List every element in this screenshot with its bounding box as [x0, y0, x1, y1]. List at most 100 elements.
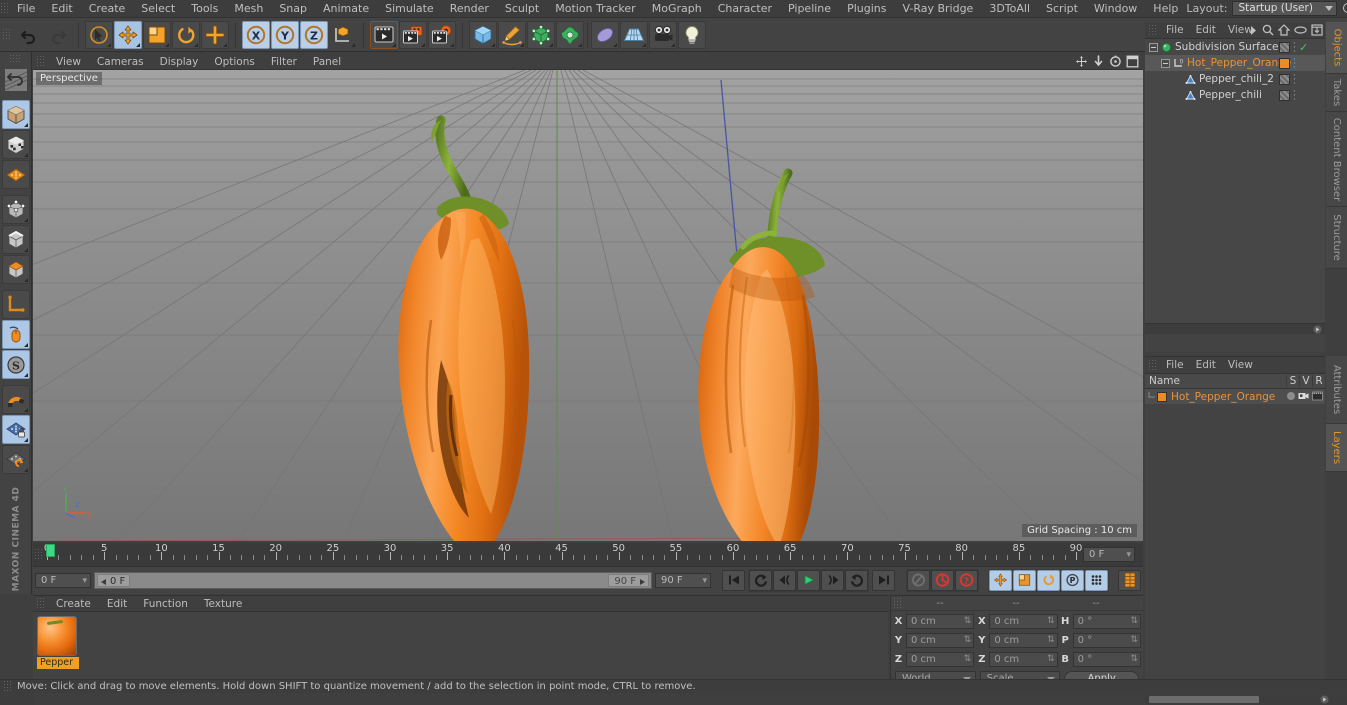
dolly-icon[interactable]: [1092, 55, 1105, 68]
orbit-icon[interactable]: [1109, 55, 1122, 68]
step-forward-button[interactable]: [821, 569, 844, 591]
menu-item-pipeline[interactable]: Pipeline: [780, 0, 839, 18]
viewport-menu-item-display[interactable]: Display: [152, 54, 207, 70]
camera-icon[interactable]: [1298, 391, 1309, 401]
pan-icon[interactable]: [1075, 55, 1088, 68]
add-cube-button[interactable]: [469, 20, 497, 49]
coordinates-gripper[interactable]: [893, 596, 902, 610]
viewport-gripper[interactable]: [36, 55, 45, 68]
timeline-range-slider[interactable]: 0 F 90 F: [94, 571, 652, 589]
object-dots-icon[interactable]: [1293, 89, 1296, 101]
material-menu-item-create[interactable]: Create: [48, 596, 99, 612]
timeline-gripper[interactable]: [34, 548, 43, 561]
tree-expander[interactable]: [1161, 58, 1170, 68]
pla-key-button[interactable]: P: [1061, 569, 1084, 591]
timeline-playhead[interactable]: [46, 544, 55, 557]
timeline-start-field[interactable]: 0 F ▾: [35, 572, 91, 588]
menu-item-snap[interactable]: Snap: [271, 0, 315, 18]
layer-menu-item-edit[interactable]: Edit: [1190, 357, 1222, 374]
workplane-mode-button[interactable]: [1, 160, 30, 189]
object-tree[interactable]: Subdivision Surface ✓ 0 Hot_Pepper_Orange Pe…: [1145, 39, 1346, 334]
spinner-icon[interactable]: ⇅: [964, 634, 972, 647]
dope-sheet-button[interactable]: [1118, 569, 1141, 591]
timeline-ruler[interactable]: 051015202530354045505560657075808590 0 F…: [33, 543, 1143, 567]
spinner-icon[interactable]: ⇅: [1047, 634, 1055, 647]
undo-button[interactable]: [15, 21, 43, 49]
pepper-object-2[interactable]: [633, 85, 933, 541]
object-row[interactable]: 0 Hot_Pepper_Orange: [1145, 55, 1325, 71]
menu-item-mesh[interactable]: Mesh: [226, 0, 271, 18]
object-dots-icon[interactable]: [1293, 57, 1296, 69]
live-selection-button[interactable]: [85, 20, 113, 49]
object-row[interactable]: Pepper_chili_2: [1145, 71, 1346, 87]
cursor-plus-button[interactable]: [201, 20, 229, 49]
move-tool-button[interactable]: [114, 20, 142, 49]
tab-objects[interactable]: Objects: [1326, 22, 1347, 74]
menu-item-animate[interactable]: Animate: [315, 0, 377, 18]
ellipse-icon[interactable]: [1294, 25, 1307, 35]
material-menu-item-function[interactable]: Function: [135, 596, 196, 612]
scrollbar-thumb[interactable]: [1149, 696, 1259, 703]
keyframe-selection-button[interactable]: ?: [955, 569, 978, 591]
viewport-menu-item-cameras[interactable]: Cameras: [89, 54, 152, 70]
viewport-menu-item-filter[interactable]: Filter: [263, 54, 305, 70]
material-list[interactable]: Pepper: [33, 612, 888, 673]
coord-size-field[interactable]: 0 cm ⇅: [989, 633, 1058, 648]
previous-key-button[interactable]: [749, 569, 772, 591]
render-picture-viewer-button[interactable]: [399, 20, 427, 49]
tree-expander[interactable]: [1149, 42, 1158, 52]
search-icon[interactable]: [1342, 2, 1347, 16]
material-preview-sphere[interactable]: [37, 616, 77, 656]
layer-menu-item-file[interactable]: File: [1160, 357, 1190, 374]
menu-item-motion-tracker[interactable]: Motion Tracker: [547, 0, 643, 18]
coord-rotation-field[interactable]: 0 ° ⇅: [1072, 633, 1141, 648]
render-icon[interactable]: [1312, 391, 1323, 401]
menu-item-edit[interactable]: Edit: [43, 0, 80, 18]
coord-position-field[interactable]: 0 cm ⇅: [906, 614, 975, 629]
viewport-3d-scene[interactable]: Perspective Grid Spacing : 10 cm Y X Z: [33, 70, 1143, 541]
menu-item-select[interactable]: Select: [133, 0, 183, 18]
add-camera-button[interactable]: [649, 20, 677, 49]
layer-color-swatch[interactable]: [1157, 391, 1167, 402]
coord-rotation-field[interactable]: 0 ° ⇅: [1072, 614, 1141, 629]
menu-item-file[interactable]: File: [9, 0, 43, 18]
render-view-button[interactable]: [370, 20, 398, 49]
menu-item-create[interactable]: Create: [81, 0, 134, 18]
coord-position-field[interactable]: 0 cm ⇅: [906, 633, 975, 648]
spinner-icon[interactable]: ⇅: [1047, 615, 1055, 628]
viewport-menu-item-panel[interactable]: Panel: [305, 54, 349, 70]
step-back-button[interactable]: [773, 569, 796, 591]
add-generator-button[interactable]: [527, 20, 555, 49]
timeline-end-field[interactable]: 90 F ▾: [655, 572, 711, 588]
range-end-handle[interactable]: 90 F: [608, 573, 649, 587]
spinner-icon[interactable]: ⇅: [1130, 634, 1138, 647]
redo-button[interactable]: [44, 21, 72, 49]
menu-item-sculpt[interactable]: Sculpt: [497, 0, 547, 18]
tab-structure[interactable]: Structure: [1326, 207, 1347, 269]
menu-item-3dtoall[interactable]: 3DToAll: [981, 0, 1038, 18]
layer-solo-dot-icon[interactable]: [1287, 392, 1295, 400]
scroll-right-icon[interactable]: [1313, 325, 1322, 334]
scroll-right-icon[interactable]: [1320, 695, 1329, 704]
edges-mode-button[interactable]: [1, 225, 30, 254]
add-floor-button[interactable]: [620, 20, 648, 49]
render-settings-button[interactable]: [428, 20, 456, 49]
menu-item-plugins[interactable]: Plugins: [839, 0, 894, 18]
coord-position-field[interactable]: 0 cm ⇅: [906, 652, 975, 667]
points-mode-button[interactable]: [1, 195, 30, 224]
tab-takes[interactable]: Takes: [1326, 74, 1347, 112]
menu-item-simulate[interactable]: Simulate: [377, 0, 442, 18]
menu-item-tools[interactable]: Tools: [183, 0, 226, 18]
axis-modification-button[interactable]: [1, 290, 30, 319]
lock-x-button[interactable]: X: [242, 20, 270, 49]
undo-view-button[interactable]: [2, 65, 30, 94]
go-to-end-button[interactable]: [872, 569, 895, 591]
scale-tool-button[interactable]: [143, 20, 171, 49]
range-start-handle[interactable]: 0 F: [97, 573, 131, 587]
object-dots-icon[interactable]: [1293, 41, 1296, 53]
object-menu-item-file[interactable]: File: [1160, 22, 1190, 39]
tab-layers[interactable]: Layers: [1326, 424, 1347, 472]
fit-icon[interactable]: [1311, 24, 1323, 36]
object-tag-icon[interactable]: [1279, 73, 1290, 85]
layer-manager-gripper[interactable]: [1148, 358, 1157, 372]
